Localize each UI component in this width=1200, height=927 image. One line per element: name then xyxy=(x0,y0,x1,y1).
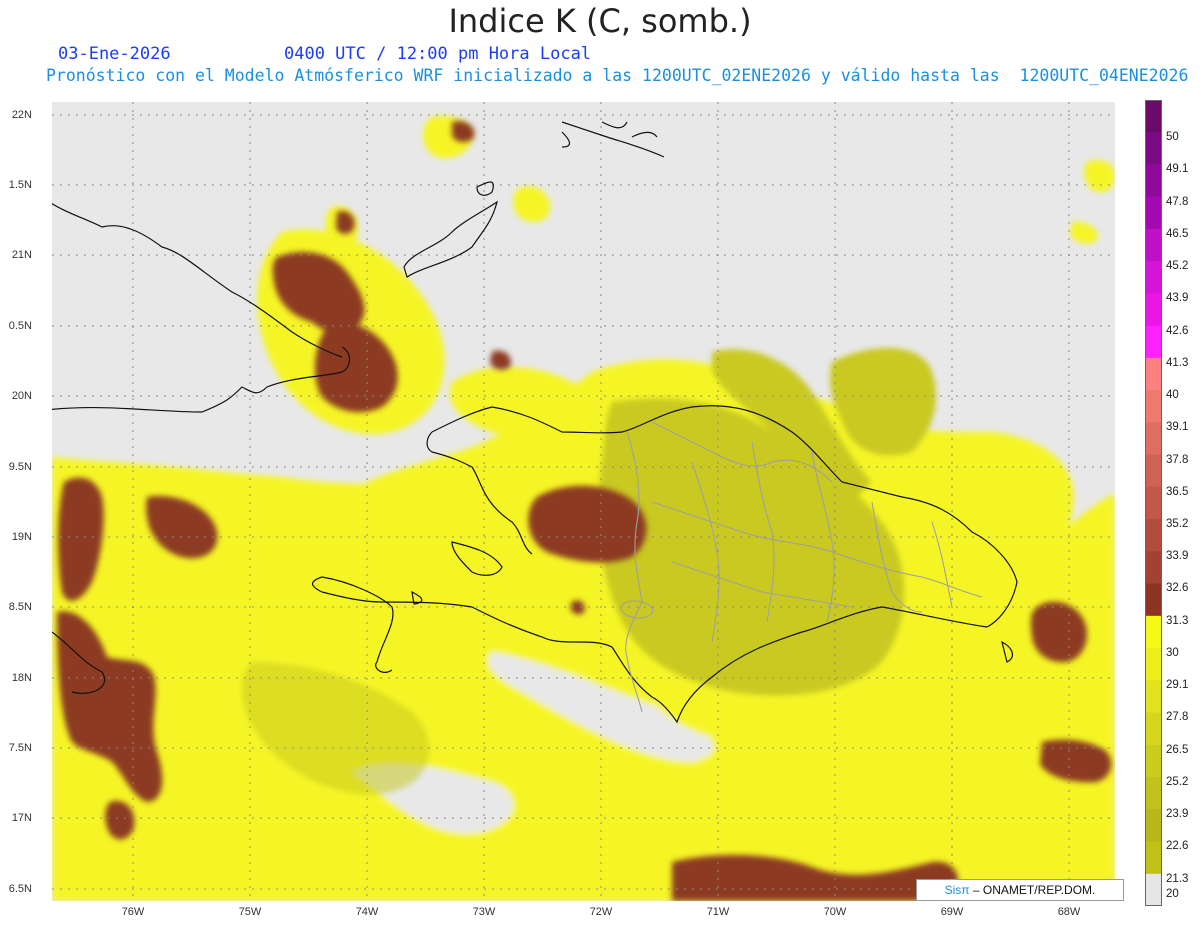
lat-label: 9.5N xyxy=(8,461,32,473)
lat-label: 20N xyxy=(11,390,32,402)
lat-label: 21N xyxy=(11,249,32,261)
colorbar-segment xyxy=(1145,841,1162,875)
colorbar-segment xyxy=(1145,648,1162,681)
colorbar-segment xyxy=(1145,744,1162,778)
colorbar xyxy=(1145,100,1162,906)
colorbar-segment xyxy=(1145,680,1162,714)
colorbar-label: 32.6 xyxy=(1166,582,1189,595)
colorbar-segment xyxy=(1145,777,1162,810)
colorbar-segment xyxy=(1145,486,1162,520)
colorbar-segment xyxy=(1145,164,1162,198)
colorbar-segment xyxy=(1145,132,1162,165)
colorbar-label: 29.1 xyxy=(1166,679,1189,692)
lon-label: 70W xyxy=(823,906,847,918)
colorbar-label: 21.3 xyxy=(1166,872,1189,885)
colorbar-label: 30 xyxy=(1166,646,1179,659)
colorbar-label: 49.1 xyxy=(1166,163,1189,176)
colorbar-label: 50 xyxy=(1166,131,1179,144)
colorbar-segment xyxy=(1145,228,1162,262)
colorbar-label: 36.5 xyxy=(1166,485,1189,498)
lat-label: 8.5N xyxy=(8,601,32,613)
colorbar-segment xyxy=(1145,100,1162,133)
lat-label: 18N xyxy=(11,672,32,684)
colorbar-label: 23.9 xyxy=(1166,808,1189,821)
lat-label: 1.5N xyxy=(8,179,32,191)
colorbar-segment xyxy=(1145,325,1162,359)
colorbar-label: 26.5 xyxy=(1166,743,1189,756)
chart-title: Indice K (C, somb.) xyxy=(448,2,752,40)
colorbar-label: 37.8 xyxy=(1166,453,1189,466)
colorbar-segment xyxy=(1145,615,1162,649)
forecast-time: 0400 UTC / 12:00 pm Hora Local xyxy=(284,44,592,64)
lon-label: 73W xyxy=(472,906,496,918)
colorbar-segment xyxy=(1145,712,1162,746)
colorbar-label: 45.2 xyxy=(1166,260,1189,273)
colorbar-segment xyxy=(1145,196,1162,230)
colorbar-label: 22.6 xyxy=(1166,840,1189,853)
colorbar-label: 47.8 xyxy=(1166,195,1189,208)
colorbar-segment xyxy=(1145,357,1162,391)
colorbar-segment xyxy=(1145,583,1162,617)
lat-label: 6.5N xyxy=(8,883,32,895)
lon-label: 72W xyxy=(589,906,613,918)
colorbar-label: 25.2 xyxy=(1166,775,1189,788)
colorbar-label: 39.1 xyxy=(1166,421,1189,434)
colorbar-label: 33.9 xyxy=(1166,550,1189,563)
credit-box: Sisπ – ONAMET/REP.DOM. xyxy=(916,879,1124,901)
colorbar-label: 46.5 xyxy=(1166,227,1189,240)
colorbar-label: 31.3 xyxy=(1166,614,1189,627)
colorbar-segment xyxy=(1145,809,1162,843)
credit-text: – ONAMET/REP.DOM. xyxy=(972,883,1096,897)
colorbar-segment xyxy=(1145,551,1162,585)
lon-label: 69W xyxy=(940,906,964,918)
colorbar-segment xyxy=(1145,390,1162,423)
colorbar-segment xyxy=(1145,261,1162,294)
colorbar-label: 41.3 xyxy=(1166,356,1189,369)
colorbar-label: 27.8 xyxy=(1166,711,1189,724)
map-panel xyxy=(52,102,1115,901)
lat-label: 7.5N xyxy=(8,742,32,754)
credit-brand: Sisπ xyxy=(944,883,970,897)
lat-label: 0.5N xyxy=(8,320,32,332)
colorbar-segment xyxy=(1145,519,1162,552)
colorbar-segment xyxy=(1145,422,1162,456)
forecast-description: Pronóstico con el Modelo Atmósferico WRF… xyxy=(46,66,1189,85)
lon-label: 68W xyxy=(1057,906,1081,918)
colorbar-label: 35.2 xyxy=(1166,518,1189,530)
colorbar-label: 40 xyxy=(1166,389,1179,402)
lon-label: 75W xyxy=(238,906,262,918)
colorbar-label: 42.6 xyxy=(1166,324,1189,337)
lat-label: 17N xyxy=(11,812,32,824)
forecast-date: 03-Ene-2026 xyxy=(58,44,171,64)
lat-label: 19N xyxy=(11,531,32,543)
colorbar-segment xyxy=(1145,293,1162,327)
lon-label: 76W xyxy=(121,906,145,918)
colorbar-label: 43.9 xyxy=(1166,292,1189,305)
lon-label: 74W xyxy=(355,906,379,918)
lat-label: 22N xyxy=(11,109,32,121)
lon-label: 71W xyxy=(706,906,730,918)
colorbar-segment xyxy=(1145,873,1162,906)
colorbar-segment xyxy=(1145,454,1162,488)
colorbar-label: 20 xyxy=(1166,887,1179,900)
